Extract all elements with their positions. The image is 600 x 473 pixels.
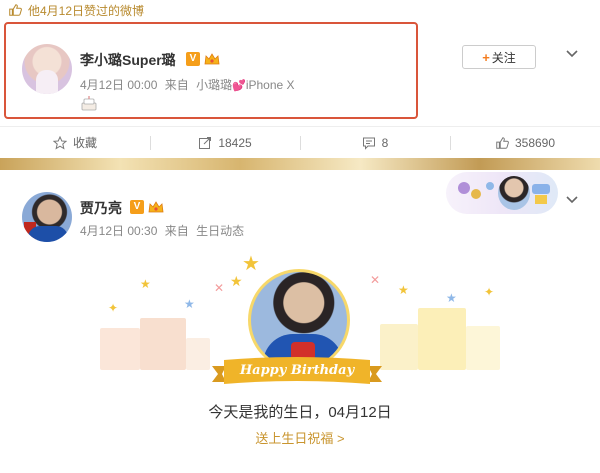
birthday-message: 今天是我的生日，04月12日 bbox=[208, 404, 392, 421]
source-name[interactable]: 小璐璐 bbox=[196, 78, 232, 92]
send-wishes-link[interactable]: 送上生日祝福 > bbox=[0, 428, 600, 447]
timestamp[interactable]: 4月12日 00:30 bbox=[80, 224, 157, 238]
ribbon-text: Happy Birthday bbox=[239, 363, 355, 378]
chevron-down-icon[interactable] bbox=[565, 46, 579, 60]
favorite-label: 收藏 bbox=[72, 136, 97, 150]
gift-box-decoration bbox=[140, 318, 186, 370]
gift-box-decoration bbox=[100, 328, 140, 370]
follow-button[interactable]: + 关注 bbox=[462, 45, 536, 69]
chevron-down-icon[interactable] bbox=[565, 192, 579, 206]
thumbs-up-icon bbox=[496, 136, 509, 149]
star-outline-icon bbox=[52, 135, 67, 150]
member-crown-icon bbox=[148, 201, 164, 213]
star-decoration-icon: ★ bbox=[446, 291, 457, 305]
star-decoration-icon: ★ bbox=[230, 273, 243, 289]
post-meta: 4月12日 00:00 来自 小璐璐💕iPhone X bbox=[80, 76, 295, 93]
repost-button[interactable]: 18425 bbox=[150, 127, 300, 158]
star-decoration-icon: ★ bbox=[242, 253, 260, 275]
source-device[interactable]: iPhone X bbox=[246, 78, 295, 92]
heart-icon: 💕 bbox=[232, 80, 246, 92]
star-decoration-icon: ★ bbox=[140, 277, 151, 291]
user-name[interactable]: 李小璐Super璐 bbox=[80, 50, 176, 70]
birthday-post-card: 贾乃亮 V 4月12日 00:30 来自 生日动态 ★ ★ ✦ ✕ ★ ★ ★ … bbox=[0, 170, 600, 473]
gift-decoration-icon bbox=[532, 184, 550, 204]
avatar[interactable] bbox=[22, 192, 72, 242]
liked-text: 他4月12日赞过的微博 bbox=[28, 3, 145, 18]
star-decoration-icon: ✕ bbox=[370, 273, 381, 287]
avatar[interactable] bbox=[22, 44, 72, 94]
cake-icon bbox=[81, 96, 97, 111]
gift-box-decoration bbox=[466, 326, 500, 370]
star-decoration-icon: ✦ bbox=[484, 285, 495, 299]
favorite-button[interactable]: 收藏 bbox=[0, 127, 150, 158]
star-decoration-icon: ★ bbox=[398, 283, 409, 297]
thumbs-up-icon bbox=[9, 4, 22, 16]
liked-indicator: 他4月12日赞过的微博 bbox=[8, 2, 144, 18]
liked-post-card: 他4月12日赞过的微博 李小璐Super璐 V 4月12日 00:00 来自 小… bbox=[0, 0, 600, 158]
post-meta: 4月12日 00:30 来自 生日动态 bbox=[80, 222, 244, 239]
gift-box-decoration bbox=[186, 338, 210, 370]
decorative-divider bbox=[0, 158, 600, 170]
repost-icon bbox=[199, 136, 212, 149]
comment-button[interactable]: 8 bbox=[300, 127, 450, 158]
like-count: 358690 bbox=[514, 135, 556, 150]
gift-box-decoration bbox=[418, 308, 466, 370]
decorative-card-badge bbox=[446, 172, 558, 214]
verified-badge: V bbox=[130, 200, 144, 214]
timestamp[interactable]: 4月12日 00:00 bbox=[80, 78, 157, 92]
comment-icon bbox=[362, 137, 375, 150]
star-decoration-icon: ✦ bbox=[108, 301, 119, 315]
verified-badge: V bbox=[186, 52, 200, 66]
gift-box-decoration bbox=[380, 324, 418, 370]
member-crown-icon bbox=[204, 53, 220, 65]
comment-count: 8 bbox=[381, 135, 389, 150]
star-decoration-icon: ✕ bbox=[214, 281, 225, 295]
birthday-card[interactable]: ★ ★ ✦ ✕ ★ ★ ★ ★ ✕ ✦ Happy Birthday 今天是我的… bbox=[0, 252, 600, 473]
star-decoration-icon: ★ bbox=[184, 297, 195, 311]
repost-count: 18425 bbox=[218, 135, 252, 150]
like-button[interactable]: 358690 bbox=[450, 127, 600, 158]
follow-label: 关注 bbox=[491, 50, 516, 65]
balloon-decoration-icon bbox=[458, 182, 494, 199]
avatar-decoration bbox=[498, 176, 530, 210]
source-prefix: 来自 bbox=[164, 224, 189, 238]
source-name[interactable]: 生日动态 bbox=[196, 224, 244, 238]
plus-icon: + bbox=[482, 49, 490, 65]
user-name[interactable]: 贾乃亮 bbox=[80, 198, 122, 218]
source-prefix: 来自 bbox=[164, 78, 189, 92]
action-bar: 收藏 18425 8 358690 bbox=[0, 126, 600, 158]
